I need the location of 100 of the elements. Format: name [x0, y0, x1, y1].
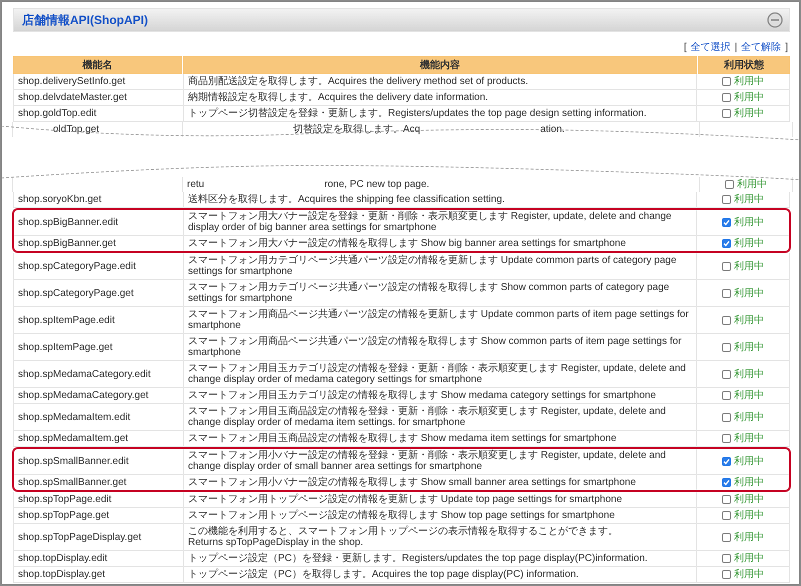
status-label: 利用中	[734, 194, 764, 205]
status-label: 利用中	[734, 456, 764, 466]
status-label: 利用中	[734, 532, 764, 542]
function-name: shop.spItemPage.get	[18, 342, 113, 352]
status-label: 利用中	[734, 553, 764, 564]
function-name: shop.delvdateMaster.get	[18, 92, 127, 103]
checkbox[interactable]	[722, 342, 731, 352]
function-description: スマートフォン用カテゴリページ共通パーツ設定の情報を更新します Update common parts of category page settings for smartphone	[188, 255, 678, 277]
checkbox[interactable]	[722, 288, 731, 298]
function-description: トップページ設定（PC）を取得します。Acquires the top page display(PC) information.	[188, 569, 579, 580]
deselect-all-link[interactable]: 全て解除	[741, 42, 782, 54]
separator: |	[734, 42, 738, 54]
column-header: 機能内容	[420, 60, 460, 71]
status-label: 利用中	[734, 92, 764, 103]
function-description: スマートフォン用小バナー設定の情報を登録・更新・削除・表示順変更します Register, update, delete and change display order of small banner area settings for smartphone	[188, 450, 667, 472]
status-label: 利用中	[734, 477, 764, 488]
checkbox[interactable]	[722, 495, 731, 504]
status-label: 利用中	[734, 412, 764, 422]
function-name: shop.spBigBanner.get	[18, 238, 116, 249]
status-label: 利用中	[734, 314, 764, 326]
checkbox[interactable]	[722, 434, 731, 443]
function-name: shop.spMedamaItem.get	[18, 433, 128, 444]
function-description: トップページ切替設定を登録・更新します。Registers/updates the top page design setting information.	[188, 108, 646, 119]
function-description: 送料区分を取得します。Acquires the shipping fee classification setting.	[188, 194, 505, 205]
function-name: shop.goldTop.edit	[18, 108, 96, 119]
function-name: shop.spBigBanner.edit	[18, 216, 118, 228]
checkbox[interactable]	[722, 93, 731, 102]
function-description: スマートフォン用トップページ設定の情報を取得します Show top page settings for smartphone	[188, 510, 615, 521]
function-description: スマートフォン用商品ページ共通パーツ設定の情報を取得します Show common parts of item page settings for smartphone	[188, 336, 682, 358]
function-name: shop.spMedamaCategory.get	[18, 390, 148, 401]
checkbox[interactable]	[722, 195, 731, 204]
checkbox[interactable]	[722, 570, 731, 579]
function-description: 商品別配送設定を取得します。Acquires the delivery method set of products.	[188, 76, 528, 87]
status-label: 利用中	[734, 433, 764, 444]
status-label: 利用中	[734, 260, 764, 272]
function-description: スマートフォン用小バナー設定の情報を取得します Show small banner area settings for smartphone	[188, 477, 636, 488]
function-name: shop.spCategoryPage.get	[18, 288, 134, 298]
function-description: スマートフォン用大バナー設定の情報を取得します Show big banner area settings for smartphone	[188, 238, 626, 249]
status-label: 利用中	[737, 179, 767, 190]
select-all-link[interactable]: 全て選択	[690, 42, 731, 54]
function-name: oldTop.get	[53, 124, 100, 135]
function-description: この機能を利用すると、スマートフォン用トップページの表示情報を取得することができます。 Returns spTopPageDisplay in the shop.	[188, 526, 618, 548]
function-name: shop.topDisplay.get	[18, 569, 106, 580]
checkbox[interactable]	[722, 218, 731, 226]
checkbox[interactable]	[722, 316, 731, 324]
function-description: ation.	[540, 124, 565, 135]
function-name: shop.spSmallBanner.edit	[18, 456, 129, 466]
function-description: スマートフォン用商品ページ共通パーツ設定の情報を更新します Update common parts of item page settings for smartphone	[188, 309, 690, 331]
checkbox[interactable]	[722, 109, 731, 118]
status-label: 利用中	[734, 510, 764, 521]
checkbox[interactable]	[722, 511, 731, 520]
function-description: retu	[187, 179, 204, 190]
checkbox[interactable]	[722, 456, 731, 466]
checkbox[interactable]	[722, 391, 731, 400]
column-header: 利用状態	[724, 60, 764, 71]
status-label: 利用中	[734, 288, 764, 298]
checkbox[interactable]	[722, 478, 731, 487]
status-label: 利用中	[734, 108, 764, 119]
function-description: 納期情報設定を取得します。Acquires the delivery date information.	[188, 92, 488, 103]
function-name: shop.soryoKbn.get	[18, 194, 102, 205]
function-name: shop.spCategoryPage.edit	[18, 260, 136, 272]
function-description: スマートフォン用カテゴリページ共通パーツ設定の情報を取得します Show common parts of category page settings for smartphone	[188, 282, 670, 304]
function-name: shop.spTopPage.edit	[18, 494, 112, 505]
checkbox[interactable]	[722, 412, 731, 422]
function-description: スマートフォン用目玉商品設定の情報を取得します Show medama item settings for smartphone	[188, 433, 616, 444]
status-label: 利用中	[734, 238, 764, 249]
status-label: 利用中	[734, 342, 764, 352]
function-name: shop.spMedamaItem.edit	[18, 412, 130, 422]
status-label: 利用中	[734, 494, 764, 505]
bracket: ]	[785, 42, 788, 54]
function-description: スマートフォン用目玉カテゴリ設定の情報を登録・更新・削除・表示順変更します Register, update, delete and change display order of medama category settings for smartphone	[188, 363, 687, 385]
function-name: shop.topDisplay.edit	[18, 553, 108, 564]
function-description: スマートフォン用目玉商品設定の情報を登録・更新・削除・表示順変更します Register, update, delete and change display order of medama item settings. for smartphone	[188, 406, 667, 428]
status-label: 利用中	[734, 390, 764, 401]
bracket: [	[684, 42, 687, 54]
checkbox[interactable]	[722, 262, 731, 270]
column-header: 機能名	[82, 60, 112, 71]
function-description: スマートフォン用トップページ設定の情報を更新します Update top page settings for smartphone	[188, 494, 622, 505]
collapse-icon[interactable]	[767, 12, 783, 28]
function-description: スマートフォン用大バナー設定を登録・更新・削除・表示順変更します Register, update, delete and change display order of big banner area settings for smartphone	[188, 211, 672, 233]
checkbox[interactable]	[722, 554, 731, 563]
status-label: 利用中	[734, 76, 764, 87]
function-description: rone, PC new top page.	[324, 179, 430, 190]
status-label: 利用中	[734, 368, 764, 380]
checkbox[interactable]	[722, 239, 731, 248]
function-description: トップページ設定（PC）を登録・更新します。Registers/updates the top page display(PC)information.	[188, 553, 648, 564]
status-label: 利用中	[734, 216, 764, 228]
panel-title: 店舗情報API(ShopAPI)	[22, 12, 148, 28]
checkbox[interactable]	[725, 180, 734, 189]
function-name: shop.spItemPage.edit	[18, 314, 115, 326]
function-name: shop.spMedamaCategory.edit	[18, 368, 151, 380]
checkbox[interactable]	[722, 77, 731, 86]
checkbox[interactable]	[722, 370, 731, 378]
checkbox[interactable]	[722, 532, 731, 542]
function-name: shop.deliverySetInfo.get	[18, 76, 126, 87]
function-name: shop.spSmallBanner.get	[18, 477, 126, 488]
status-label: 利用中	[734, 569, 764, 580]
function-name: shop.spTopPageDisplay.get	[18, 532, 142, 542]
function-name: shop.spTopPage.get	[18, 510, 110, 521]
function-description: スマートフォン用目玉カテゴリ設定の情報を取得します Show medama category settings for smartphone	[188, 390, 656, 401]
